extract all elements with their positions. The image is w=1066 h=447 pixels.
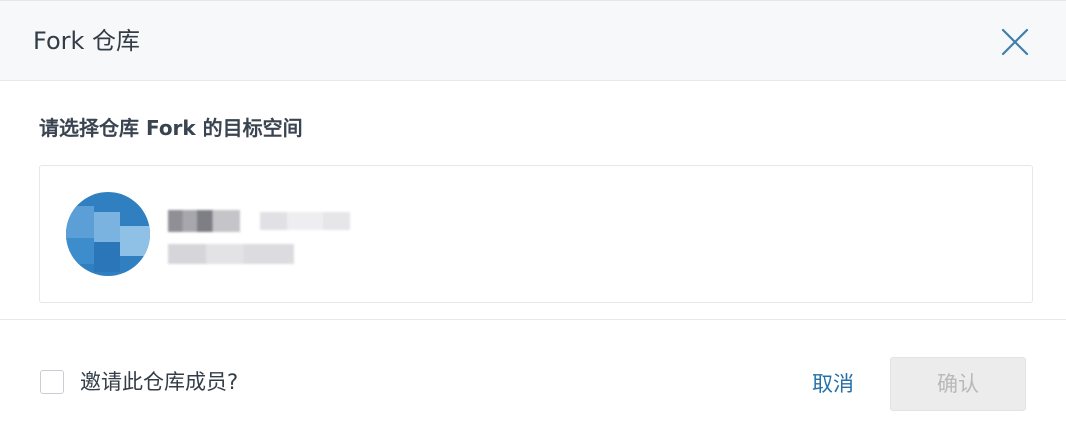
namespace-avatar [66, 192, 150, 276]
fork-dialog: Fork 仓库 请选择仓库 Fork 的目标空间 邀请此仓库成员? 取消 确认 [0, 0, 1066, 446]
invite-members-label: 邀请此仓库成员? [80, 370, 239, 394]
close-icon [1001, 28, 1029, 56]
dialog-header: Fork 仓库 [0, 1, 1066, 81]
target-space-prompt: 请选择仓库 Fork 的目标空间 [39, 116, 303, 140]
cancel-button[interactable]: 取消 [812, 370, 854, 398]
namespace-description-redacted [168, 244, 294, 264]
namespace-option[interactable] [39, 165, 1033, 303]
namespace-path-redacted [260, 212, 350, 230]
dialog-footer: 邀请此仓库成员? 取消 确认 [0, 319, 1066, 447]
invite-members-checkbox[interactable] [40, 370, 64, 394]
invite-members-option[interactable]: 邀请此仓库成员? [40, 368, 238, 396]
namespace-name-redacted [168, 210, 240, 232]
close-button[interactable] [996, 23, 1034, 61]
dialog-body: 请选择仓库 Fork 的目标空间 [0, 81, 1066, 319]
confirm-button[interactable]: 确认 [890, 357, 1026, 411]
dialog-title: Fork 仓库 [33, 27, 141, 55]
